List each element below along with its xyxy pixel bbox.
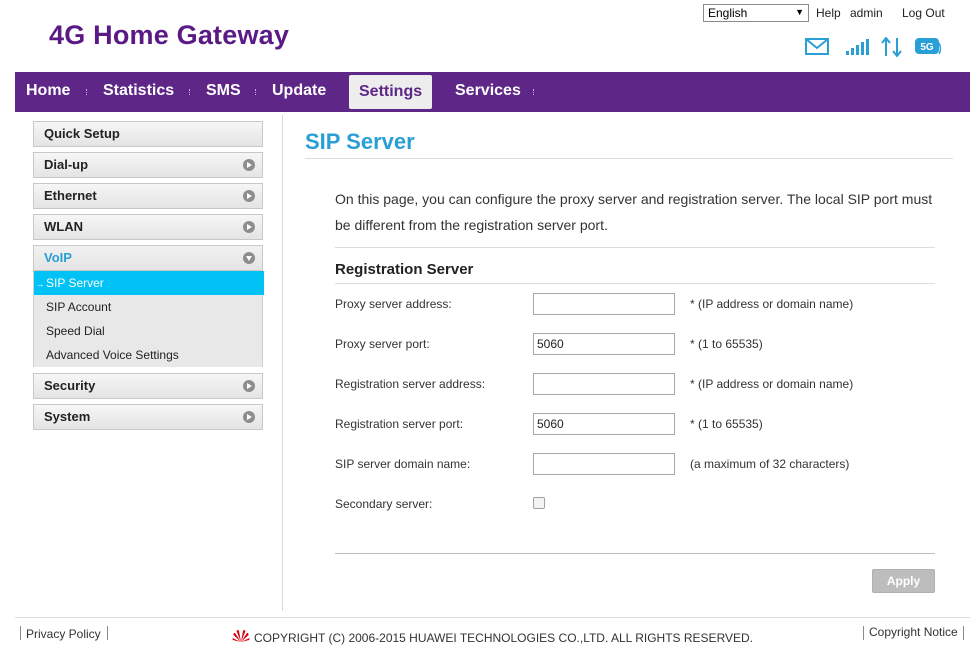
sip-domain-hint: (a maximum of 32 characters) [690,457,850,471]
sidebar-item-quick-setup[interactable]: Quick Setup [33,121,263,147]
language-selected: English [708,6,748,20]
page-description: On this page, you can configure the prox… [335,191,933,233]
nav-home[interactable]: Home [26,72,70,112]
sip-domain-input[interactable] [533,453,675,475]
sidebar-item-label: System [44,409,91,424]
help-link[interactable]: Help [816,6,841,20]
logout-link[interactable]: Log Out [902,6,945,20]
footer-separator [963,626,964,640]
registration-port-hint: * (1 to 65535) [690,417,763,431]
divider [335,247,935,248]
sidebar-item-system[interactable]: System [33,404,263,430]
nav-update[interactable]: Update [272,72,326,112]
footer-separator [863,626,864,640]
submenu-item-speed-dial[interactable]: Speed Dial [34,319,264,343]
sidebar-item-label: WLAN [44,219,83,234]
nav-divider [533,89,534,95]
chevron-right-icon [243,190,255,202]
username: admin [850,6,883,20]
sidebar-item-label: Ethernet [44,188,97,203]
divider [305,158,953,159]
brand-title: 4G Home Gateway [49,20,290,50]
voip-submenu: → SIP Server SIP Account Speed Dial Advan… [33,271,264,367]
divider [335,283,935,284]
sidebar-item-label: Security [44,378,96,393]
nav-divider [86,89,87,95]
submenu-item-sip-account[interactable]: SIP Account [34,295,264,319]
arrow-right-icon: → [35,279,45,289]
data-transfer-icon [881,37,902,57]
registration-address-hint: * (IP address or domain name) [690,377,854,391]
chevron-down-icon [243,252,255,264]
sidebar-item-security[interactable]: Security [33,373,263,399]
main-nav: Home Statistics SMS Update Settings Serv… [15,72,970,112]
registration-port-input[interactable] [533,413,675,435]
svg-text:5G: 5G [920,42,934,53]
footer-divider [15,617,970,618]
secondary-server-checkbox[interactable] [533,497,545,509]
registration-address-input[interactable] [533,373,675,395]
sidebar-item-wlan[interactable]: WLAN [33,214,263,240]
footer-separator [107,626,108,640]
chevron-right-icon [243,380,255,392]
copyright-notice-link[interactable]: Copyright Notice [869,625,958,639]
submenu-item-sip-server[interactable]: → SIP Server [34,271,264,295]
huawei-logo-icon [232,630,250,642]
sidebar-item-voip[interactable]: VoIP [33,245,263,271]
sidebar-item-ethernet[interactable]: Ethernet [33,183,263,209]
chevron-right-icon [243,221,255,233]
registration-address-label: Registration server address: [335,377,486,391]
signal-icon [846,39,869,55]
copyright-text: COPYRIGHT (C) 2006-2015 HUAWEI TECHNOLOG… [254,631,754,645]
sidebar-item-label: Dial-up [44,157,89,172]
sip-domain-label: SIP server domain name: [335,457,471,471]
proxy-port-label: Proxy server port: [335,337,430,351]
page-title: SIP Server [305,129,415,154]
content-divider [282,115,283,611]
language-select[interactable]: English ▼ [703,4,809,22]
header: 4G Home Gateway English ▼ Help admin Log… [0,0,975,72]
sidebar-item-label: VoIP [44,250,72,265]
proxy-port-input[interactable] [533,333,675,355]
nav-divider [189,89,190,95]
proxy-address-input[interactable] [533,293,675,315]
proxy-port-hint: * (1 to 65535) [690,337,763,351]
chevron-down-icon: ▼ [795,7,804,17]
chevron-right-icon [243,411,255,423]
submenu-item-advanced-voice[interactable]: Advanced Voice Settings [34,343,264,367]
proxy-address-label: Proxy server address: [335,297,452,311]
divider [335,553,935,554]
5g-icon: 5G [915,38,942,55]
nav-divider [255,89,256,95]
sidebar-item-label: Quick Setup [44,126,120,141]
section-title: Registration Server [335,261,474,278]
nav-services[interactable]: Services [455,72,521,112]
privacy-policy-link[interactable]: Privacy Policy [26,627,101,641]
nav-settings[interactable]: Settings [349,75,433,109]
sidebar-item-dial-up[interactable]: Dial-up [33,152,263,178]
mail-icon[interactable] [805,38,829,56]
nav-sms[interactable]: SMS [206,72,241,112]
proxy-address-hint: * (IP address or domain name) [690,297,854,311]
secondary-server-label: Secondary server: [335,497,433,511]
footer-separator [20,626,21,640]
registration-port-label: Registration server port: [335,417,464,431]
submenu-item-label: SIP Server [46,276,104,290]
chevron-right-icon [243,159,255,171]
apply-button[interactable]: Apply [872,569,935,593]
nav-statistics[interactable]: Statistics [103,72,174,112]
